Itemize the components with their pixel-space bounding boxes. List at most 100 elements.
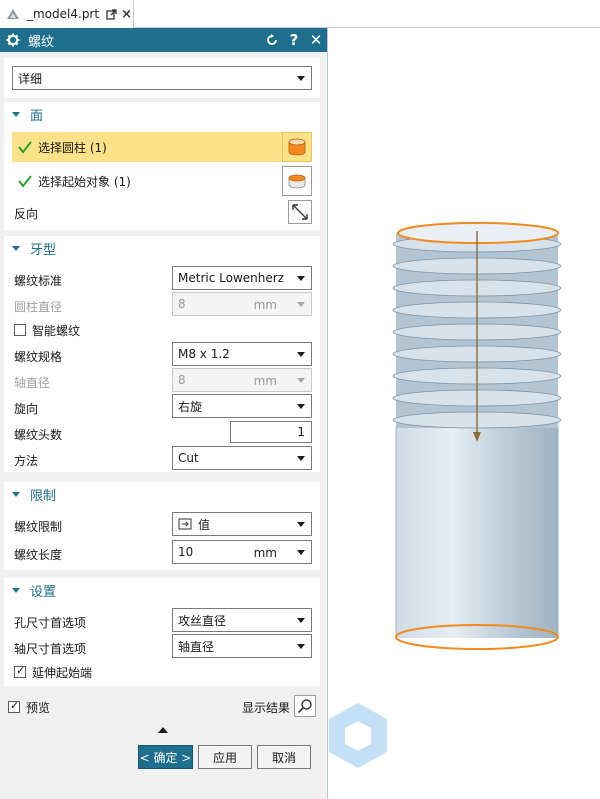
chevron-down-icon xyxy=(297,352,305,357)
chevron-down-icon xyxy=(297,404,305,409)
method-label: 方法 xyxy=(14,454,39,468)
extend-start-checkbox[interactable]: ✓ xyxy=(14,664,26,678)
preview-label: 预览 xyxy=(26,701,51,715)
thread-standard-dropdown[interactable]: Metric Lowenherz xyxy=(172,266,312,290)
thread-type-value: 详细 xyxy=(18,71,43,86)
face-group-header[interactable]: 面 xyxy=(4,102,320,126)
cylinder-diameter-field: 8 mm xyxy=(172,292,312,316)
cylinder-body xyxy=(396,426,558,638)
extend-start-label: 延伸起始端 xyxy=(32,666,93,680)
watermark-cube-icon xyxy=(329,703,387,768)
checkmark-icon xyxy=(18,141,32,154)
help-button[interactable]: ? xyxy=(283,31,305,49)
document-tab[interactable]: _model4.prt × xyxy=(0,0,134,28)
type-group: 详细 xyxy=(4,58,320,98)
reverse-direction-icon xyxy=(292,204,308,220)
select-start-row[interactable]: 选择起始对象 (1) xyxy=(12,166,282,196)
show-result-label: 显示结果 xyxy=(242,701,291,715)
chevron-down-icon xyxy=(297,456,305,461)
method-dropdown[interactable]: Cut xyxy=(172,446,312,470)
reverse-label: 反向 xyxy=(14,207,39,221)
thread-form-group: 牙型 螺纹标准 Metric Lowenherz 圆柱直径 8 mm 智能螺纹 … xyxy=(4,236,320,472)
thread-limit-value: 值 xyxy=(198,517,211,532)
expand-more-icon[interactable] xyxy=(158,727,168,733)
thread-starts-input[interactable]: 1 xyxy=(230,421,312,443)
cylinder-diameter-label: 圆柱直径 xyxy=(14,300,63,314)
collapse-icon xyxy=(12,245,20,251)
chevron-down-icon xyxy=(297,550,305,555)
chevron-down-icon xyxy=(297,522,305,527)
thread-size-label: 螺纹规格 xyxy=(14,350,63,364)
chevron-down-icon xyxy=(297,76,305,81)
apply-button[interactable]: 应用 xyxy=(198,745,252,769)
cylinder-diameter-unit: mm xyxy=(253,298,277,312)
limits-group-title: 限制 xyxy=(30,488,57,504)
thread-form-group-header[interactable]: 牙型 xyxy=(4,236,320,260)
thread-length-unit: mm xyxy=(253,546,277,560)
start-face-icon xyxy=(288,174,306,189)
cancel-button[interactable]: 取消 xyxy=(257,745,311,769)
thread-size-dropdown[interactable]: M8 x 1.2 xyxy=(172,342,312,366)
close-tab-icon[interactable]: × xyxy=(121,8,132,21)
thread-dialog: 螺纹 ? ✕ 详细 面 选择圆柱 (1) 选择起始对象 (1) 反向 牙型 螺纹… xyxy=(0,28,328,799)
shaft-size-pref-label: 轴尺寸首选项 xyxy=(14,642,87,656)
smart-thread-label: 智能螺纹 xyxy=(32,324,81,338)
thread-form-group-title: 牙型 xyxy=(30,242,57,258)
show-result-button[interactable] xyxy=(294,695,316,717)
select-cylinder-row[interactable]: 选择圆柱 (1) xyxy=(12,132,282,162)
settings-group-title: 设置 xyxy=(30,584,57,600)
thread-length-value: 10 xyxy=(178,545,194,559)
shaft-diameter-value: 8 xyxy=(178,373,186,387)
collapse-icon xyxy=(12,587,20,593)
hole-size-pref-label: 孔尺寸首选项 xyxy=(14,616,87,630)
reset-icon[interactable] xyxy=(261,31,283,50)
close-dialog-button[interactable]: ✕ xyxy=(305,31,327,49)
cylinder-face-icon xyxy=(288,138,306,156)
graphics-viewport[interactable] xyxy=(329,28,600,799)
smart-thread-checkbox[interactable] xyxy=(14,324,26,336)
checkmark-icon xyxy=(18,175,32,188)
thread-size-value: M8 x 1.2 xyxy=(178,347,230,361)
chevron-down-icon xyxy=(297,644,305,649)
shaft-diameter-unit: mm xyxy=(253,374,277,388)
undock-icon[interactable] xyxy=(106,8,117,20)
thread-type-dropdown[interactable]: 详细 xyxy=(12,66,312,90)
threaded-cylinder-model[interactable] xyxy=(329,28,600,799)
thread-starts-label: 螺纹头数 xyxy=(14,428,63,442)
thread-hand-label: 旋向 xyxy=(14,402,39,416)
select-start-button[interactable] xyxy=(282,166,312,196)
thread-hand-dropdown[interactable]: 右旋 xyxy=(172,394,312,418)
cylinder-diameter-value: 8 xyxy=(178,297,186,311)
ok-button[interactable]: < 确定 > xyxy=(138,745,193,769)
select-cylinder-button[interactable] xyxy=(282,132,312,162)
chevron-down-icon xyxy=(297,302,305,307)
chevron-down-icon xyxy=(297,378,305,383)
limits-group-header[interactable]: 限制 xyxy=(4,482,320,506)
chevron-down-icon xyxy=(297,276,305,281)
select-cylinder-label: 选择圆柱 (1) xyxy=(38,140,107,155)
method-value: Cut xyxy=(178,451,199,465)
top-face-edge-highlight xyxy=(397,222,559,244)
thread-length-label: 螺纹长度 xyxy=(14,548,63,562)
shaft-diameter-field: 8 mm xyxy=(172,368,312,392)
hole-size-pref-dropdown[interactable]: 攻丝直径 xyxy=(172,608,312,632)
face-group: 面 选择圆柱 (1) 选择起始对象 (1) 反向 xyxy=(4,102,320,230)
settings-group-header[interactable]: 设置 xyxy=(4,578,320,602)
gear-icon xyxy=(6,33,20,47)
chevron-down-icon xyxy=(297,618,305,623)
dialog-title: 螺纹 xyxy=(28,34,55,50)
collapse-icon xyxy=(12,111,20,117)
shaft-size-pref-value: 轴直径 xyxy=(178,639,215,654)
shaft-size-pref-dropdown[interactable]: 轴直径 xyxy=(172,634,312,658)
hole-size-pref-value: 攻丝直径 xyxy=(178,613,227,628)
thread-limit-dropdown[interactable]: 值 xyxy=(172,512,312,536)
value-option-icon xyxy=(178,518,192,530)
thread-length-field[interactable]: 10 mm xyxy=(172,540,312,564)
preview-checkbox[interactable]: ✓ xyxy=(8,699,20,713)
thread-limit-label: 螺纹限制 xyxy=(14,520,63,534)
document-tab-strip: _model4.prt × xyxy=(0,0,600,28)
reverse-direction-button[interactable] xyxy=(288,200,312,224)
magnifier-icon xyxy=(297,699,312,714)
settings-group: 设置 孔尺寸首选项 攻丝直径 轴尺寸首选项 轴直径 ✓ 延伸起始端 xyxy=(4,578,320,686)
face-group-title: 面 xyxy=(30,108,44,124)
